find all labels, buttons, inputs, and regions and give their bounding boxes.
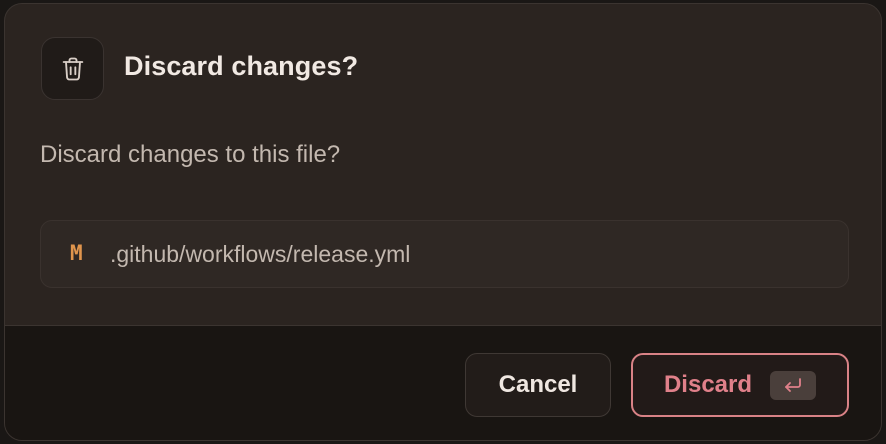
discard-button[interactable]: Discard (631, 353, 849, 417)
dialog-message: Discard changes to this file? (40, 141, 341, 168)
header-icon-box (41, 37, 104, 100)
enter-shortcut-badge (770, 370, 817, 400)
file-list-item: M .github/workflows/release.yml (40, 220, 849, 288)
cancel-button[interactable]: Cancel (465, 353, 611, 417)
dialog-title: Discard changes? (124, 51, 359, 81)
discard-button-label: Discard (663, 371, 753, 398)
cancel-button-label: Cancel (498, 371, 578, 398)
file-status-badge: M (70, 241, 83, 265)
dialog-footer: Cancel Discard (5, 325, 881, 440)
file-path: .github/workflows/release.yml (110, 241, 411, 267)
discard-changes-dialog: Discard changes? Discard changes to this… (4, 3, 882, 441)
dialog-header: Discard changes? (5, 4, 881, 124)
trash-icon (62, 57, 83, 80)
enter-key-icon (785, 378, 801, 392)
